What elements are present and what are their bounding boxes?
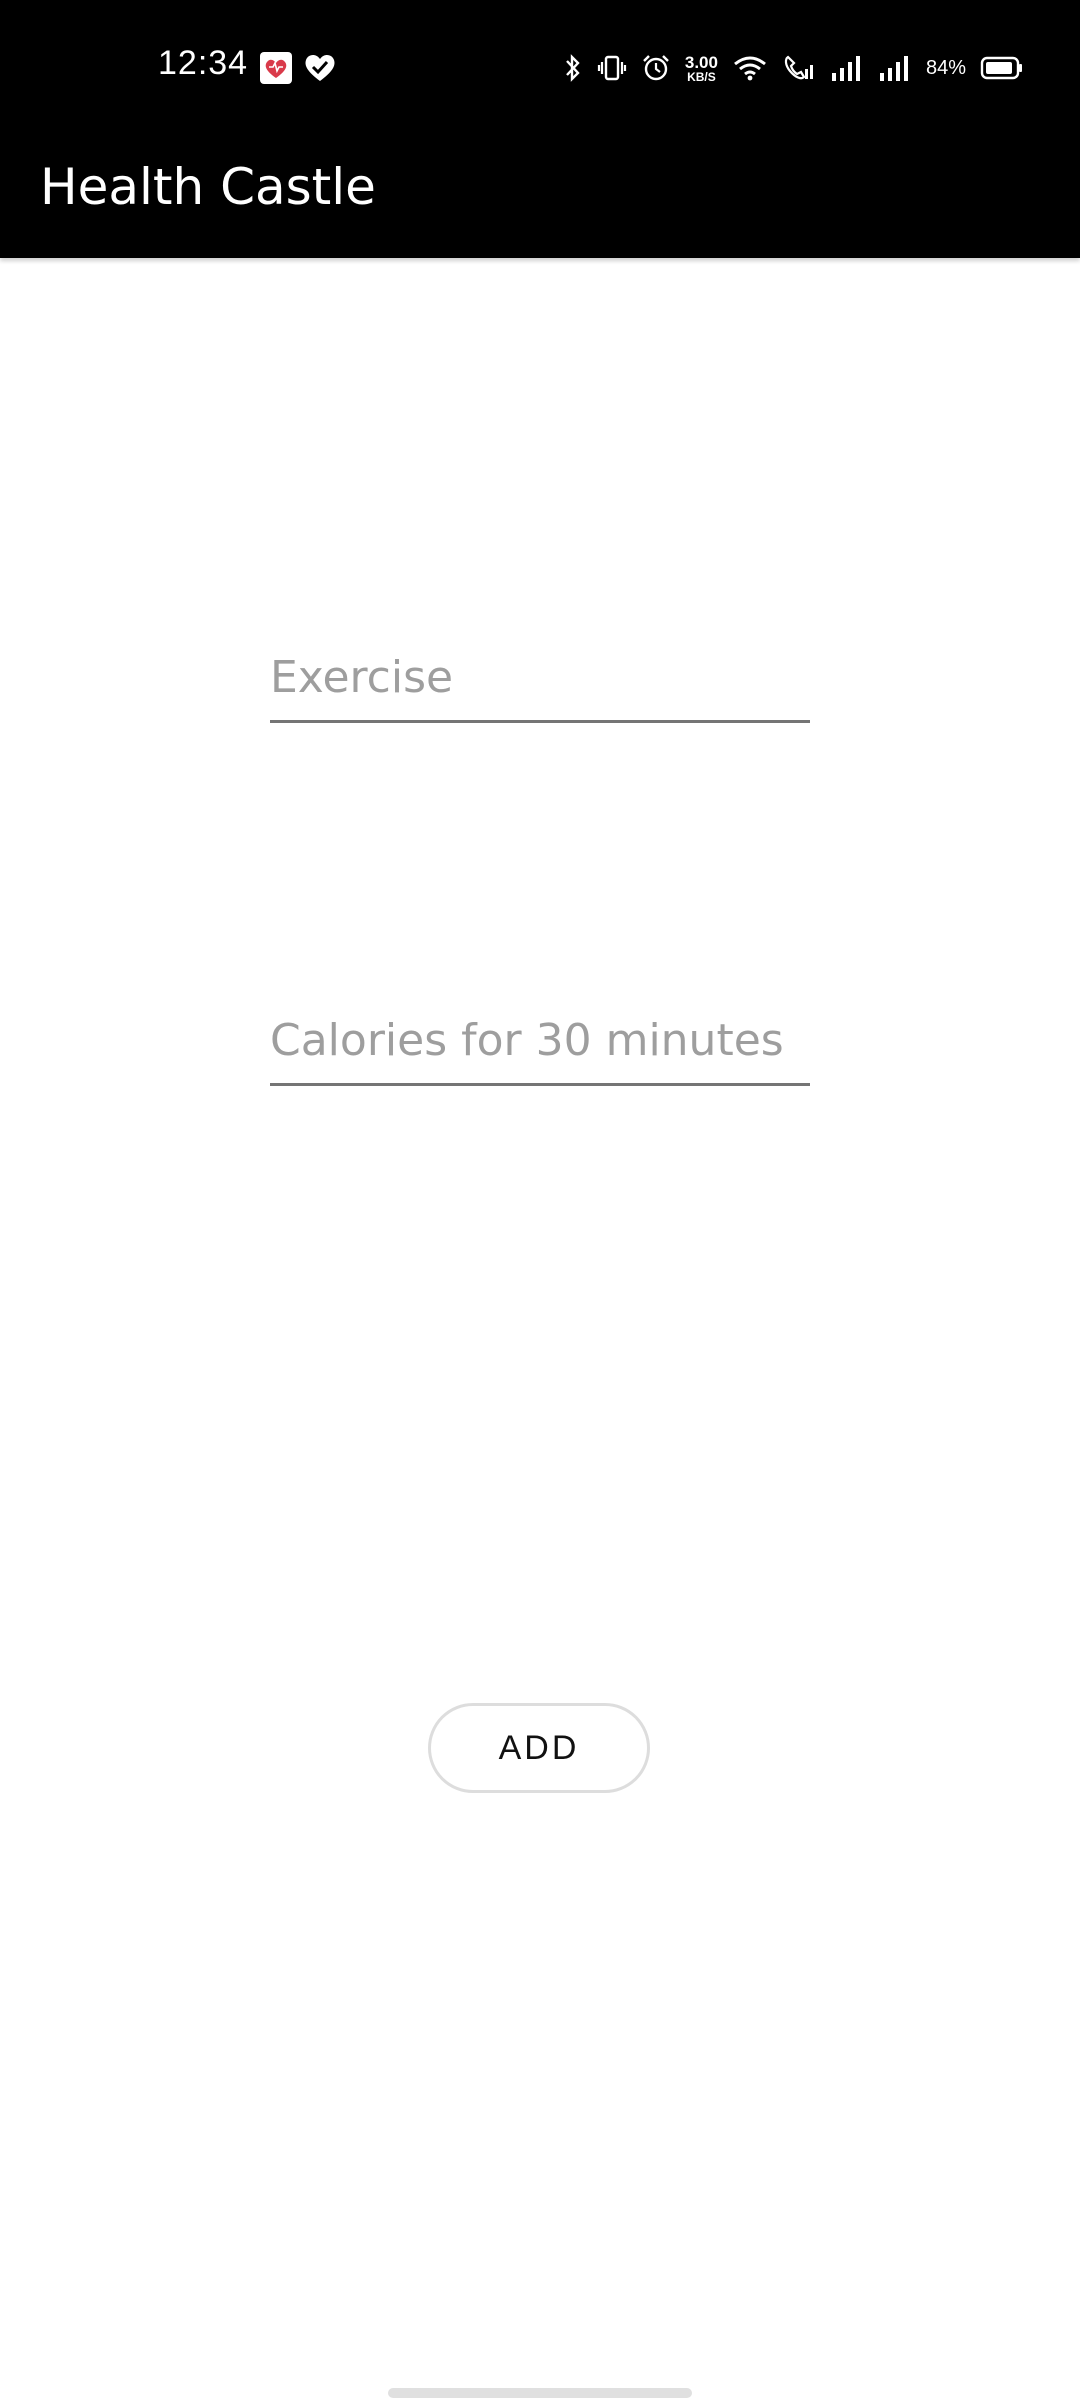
gesture-handle[interactable] bbox=[388, 2388, 692, 2398]
signal-icon bbox=[830, 53, 864, 83]
add-exercise-screen: 12:34 3.00 KB/S 84% Health Castle Exerci… bbox=[0, 0, 1080, 2400]
signal-icon bbox=[878, 53, 912, 83]
app-title: Health Castle bbox=[40, 158, 376, 216]
status-time: 12:34 bbox=[158, 44, 249, 82]
vibrate-icon bbox=[597, 53, 627, 83]
net-speed-indicator: 3.00 KB/S bbox=[685, 54, 718, 83]
battery-icon bbox=[980, 55, 1024, 81]
alarm-icon bbox=[641, 53, 671, 83]
heart-check-icon bbox=[302, 50, 338, 84]
exercise-input[interactable] bbox=[270, 642, 810, 723]
bluetooth-icon bbox=[563, 53, 583, 83]
add-button[interactable]: ADD bbox=[428, 1703, 650, 1793]
health-app-icon bbox=[260, 52, 292, 84]
wifi-call-icon bbox=[782, 53, 816, 83]
net-speed-unit: KB/S bbox=[687, 69, 716, 84]
calories-input[interactable] bbox=[270, 1005, 810, 1086]
net-speed-value: 3.00 bbox=[684, 52, 718, 72]
app-bar: Health Castle bbox=[0, 136, 1080, 258]
status-icons: 3.00 KB/S 84% bbox=[563, 44, 1024, 92]
status-bar: 12:34 3.00 KB/S 84% bbox=[0, 0, 1080, 136]
battery-percent: 84% bbox=[925, 56, 966, 79]
wifi-icon bbox=[732, 54, 768, 82]
